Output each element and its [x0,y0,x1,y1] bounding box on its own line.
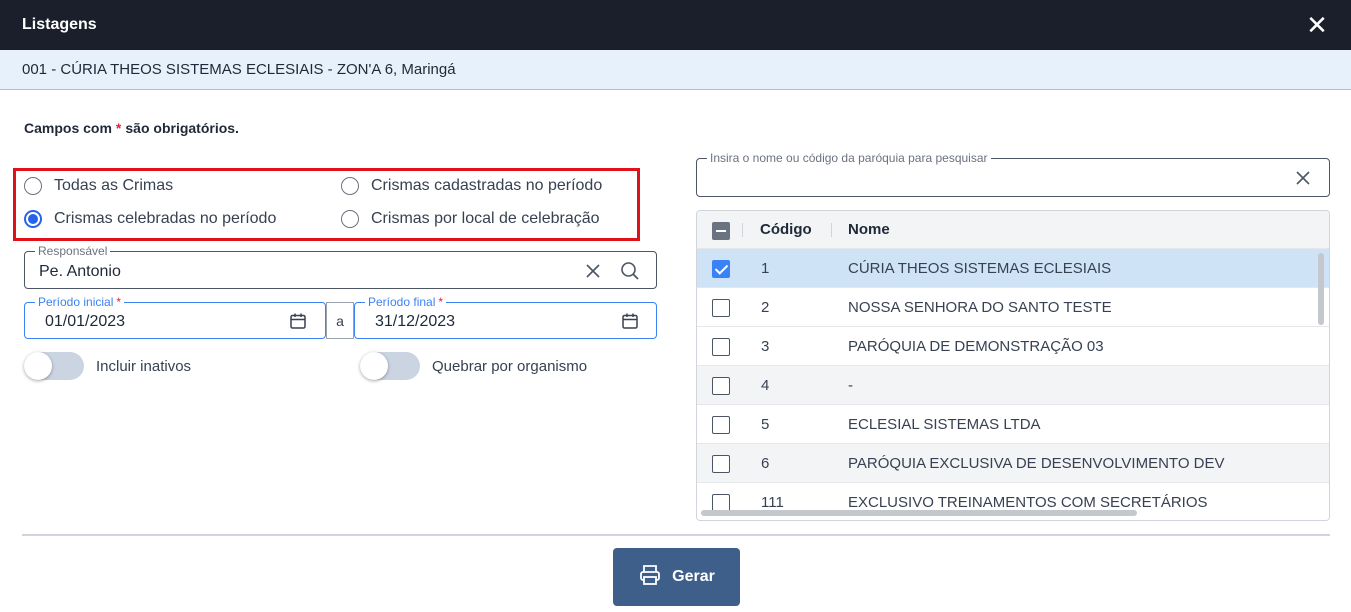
row-code: 5 [761,416,770,433]
quebrar-organismo-toggle[interactable]: Quebrar por organismo [360,352,587,380]
row-name: EXCLUSIVO TREINAMENTOS COM SECRETÁRIOS [848,494,1208,511]
row-checkbox[interactable] [712,416,730,434]
periodo-final-field[interactable]: Período final * 31/12/2023 [354,295,657,339]
horizontal-scrollbar[interactable] [701,510,1137,516]
generate-button[interactable]: Gerar [613,548,740,606]
table-row[interactable]: 1 CÚRIA THEOS SISTEMAS ECLESIAIS [697,249,1329,288]
close-icon[interactable]: ✕ [1305,12,1329,38]
printer-icon [638,563,672,592]
required-note-prefix: Campos com [24,120,112,136]
vertical-scrollbar[interactable] [1318,253,1324,325]
radio-circle-icon [24,177,42,195]
row-name: CÚRIA THEOS SISTEMAS ECLESIAIS [848,260,1112,277]
parish-table: Código Nome 1 CÚRIA THEOS SISTEMAS ECLES… [696,210,1330,521]
select-all-checkbox[interactable] [712,222,730,240]
required-star: * [116,295,122,309]
periodo-final-value: 31/12/2023 [375,313,456,330]
periodo-final-legend: Período final * [365,295,447,309]
context-bar-text: 001 - CÚRIA THEOS SISTEMAS ECLESIAIS - Z… [22,61,456,78]
clear-icon[interactable] [1293,168,1313,188]
clear-icon[interactable] [583,261,603,281]
window-titlebar: Listagens ✕ [0,0,1351,50]
radio-crismas-celebradas[interactable]: Crismas celebradas no período [24,210,276,228]
responsavel-field[interactable]: Responsável Pe. Antonio [24,244,657,289]
generate-button-label: Gerar [672,568,715,585]
column-header-name[interactable]: Nome [848,221,890,238]
table-row[interactable]: 4 - [697,366,1329,405]
table-row[interactable]: 3 PARÓQUIA DE DEMONSTRAÇÃO 03 [697,327,1329,366]
table-row[interactable]: 5 ECLESIAL SISTEMAS LTDA [697,405,1329,444]
periodo-inicial-label: Período inicial [38,295,114,309]
radio-selected-icon [24,210,42,228]
radio-circle-icon [341,177,359,195]
row-checkbox[interactable] [712,455,730,473]
periodo-separator: a [326,302,354,339]
radio-label: Crismas celebradas no período [54,210,277,227]
radio-crismas-cadastradas[interactable]: Crismas cadastradas no período [341,177,602,195]
search-icon[interactable] [619,260,641,282]
row-code: 3 [761,338,770,355]
radio-circle-icon [341,210,359,228]
table-row[interactable]: 6 PARÓQUIA EXCLUSIVA DE DESENVOLVIMENTO … [697,444,1329,483]
column-divider [742,223,743,237]
periodo-inicial-field[interactable]: Período inicial * 01/01/2023 [24,295,326,339]
context-bar: 001 - CÚRIA THEOS SISTEMAS ECLESIAIS - Z… [0,50,1351,90]
table-row[interactable]: 2 NOSSA SENHORA DO SANTO TESTE [697,288,1329,327]
calendar-icon[interactable] [287,310,309,332]
required-fields-note: Campos com * são obrigatórios. [24,120,239,136]
window-title: Listagens [22,16,97,33]
row-name: - [848,377,853,394]
row-code: 111 [761,494,784,511]
required-note-suffix: são obrigatórios. [125,120,239,136]
periodo-final-label: Período final [368,295,436,309]
radio-crismas-local[interactable]: Crismas por local de celebração [341,210,600,228]
responsavel-value: Pe. Antonio [39,263,121,280]
toggle-knob [360,352,388,380]
required-star: * [438,295,444,309]
periodo-inicial-legend: Período inicial * [35,295,125,309]
row-checkbox[interactable] [712,377,730,395]
row-code: 6 [761,455,770,472]
table-header: Código Nome [697,211,1329,249]
toggle-label: Quebrar por organismo [432,357,588,375]
radio-todas-crimas[interactable]: Todas as Crimas [24,177,173,195]
row-code: 4 [761,377,770,394]
toggle-label: Incluir inativos [96,357,192,375]
radio-label: Todas as Crimas [54,177,174,194]
row-checkbox[interactable] [712,260,730,278]
row-checkbox[interactable] [712,299,730,317]
row-checkbox[interactable] [712,338,730,356]
column-divider [831,223,832,237]
row-code: 1 [761,260,770,277]
row-name: NOSSA SENHORA DO SANTO TESTE [848,299,1112,316]
parish-search-legend: Insira o nome ou código da paróquia para… [707,151,991,165]
radio-label: Crismas cadastradas no período [371,177,603,194]
footer-divider [22,534,1330,536]
toggle-track [360,352,420,380]
row-name: ECLESIAL SISTEMAS LTDA [848,416,1041,433]
radio-label: Crismas por local de celebração [371,210,600,227]
calendar-icon[interactable] [619,310,641,332]
row-name: PARÓQUIA EXCLUSIVA DE DESENVOLVIMENTO DE… [848,455,1225,472]
toggle-track [24,352,84,380]
toggle-knob [24,352,52,380]
row-code: 2 [761,299,770,316]
column-header-code[interactable]: Código [760,221,812,238]
required-star: * [115,120,122,136]
periodo-inicial-value: 01/01/2023 [45,313,126,330]
incluir-inativos-toggle[interactable]: Incluir inativos [24,352,191,380]
responsavel-legend: Responsável [35,244,111,258]
parish-search-input[interactable]: Insira o nome ou código da paróquia para… [696,151,1330,197]
row-name: PARÓQUIA DE DEMONSTRAÇÃO 03 [848,338,1104,355]
